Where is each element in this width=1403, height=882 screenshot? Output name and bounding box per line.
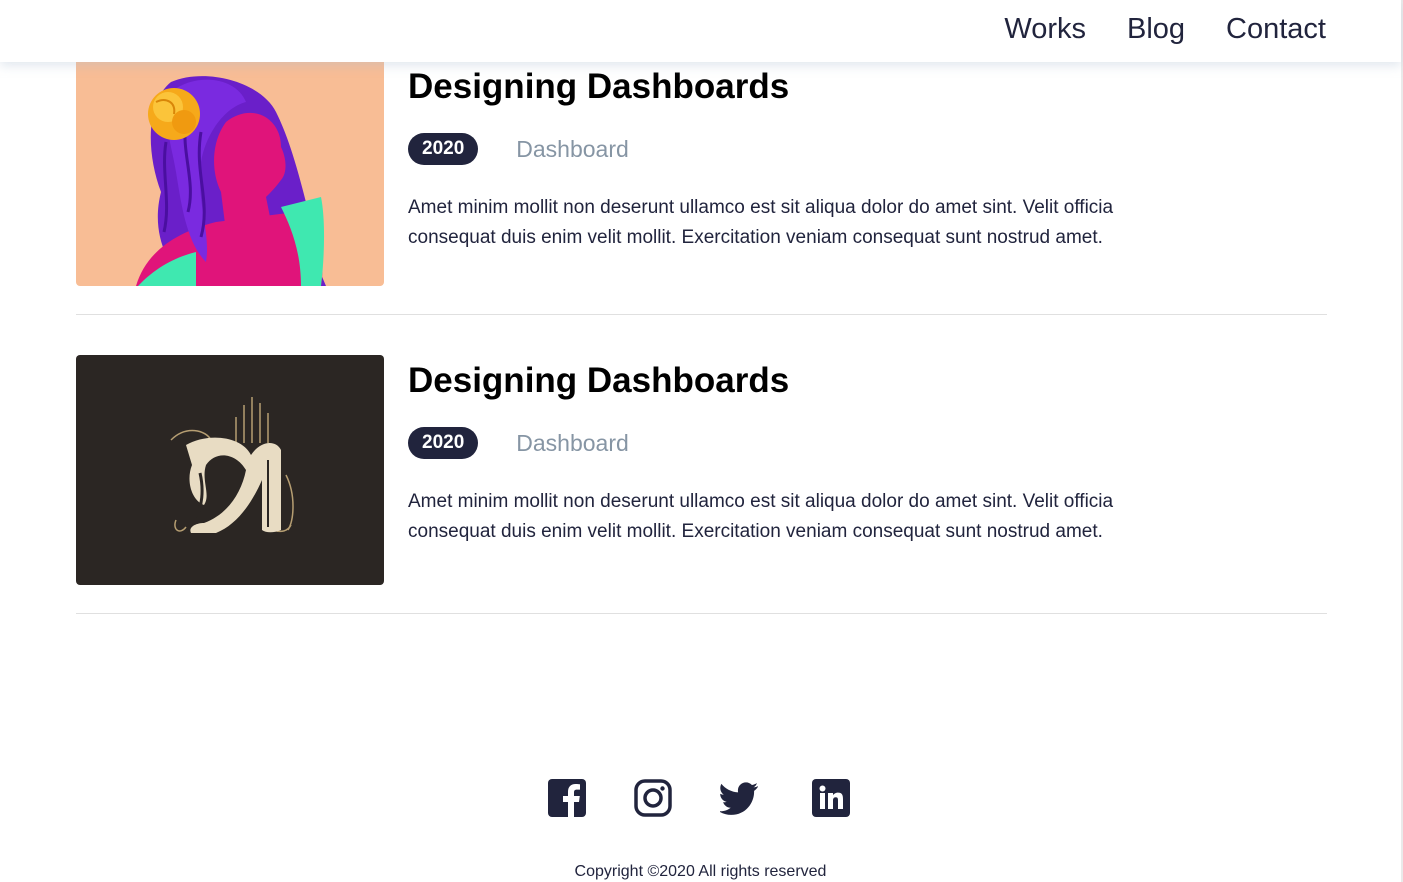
divider <box>76 613 1327 614</box>
post-year-badge: 2020 <box>408 427 479 459</box>
post-content: Designing Dashboards 2020 Dashboard Amet… <box>408 66 1208 253</box>
site-header: Works Blog Contact <box>0 0 1401 62</box>
post-content: Designing Dashboards 2020 Dashboard Amet… <box>408 360 1208 547</box>
post-thumbnail-monogram[interactable] <box>76 355 384 585</box>
post-title[interactable]: Designing Dashboards <box>408 360 1208 402</box>
page: Works Blog Contact Designing Dashboards … <box>0 0 1403 882</box>
post-item: Designing Dashboards 2020 Dashboard Amet… <box>76 62 1327 315</box>
instagram-link[interactable] <box>634 779 672 817</box>
instagram-icon <box>634 779 672 817</box>
woman-illustration-image <box>76 62 384 286</box>
twitter-link[interactable] <box>720 779 758 817</box>
post-meta: 2020 Dashboard <box>408 427 1208 459</box>
copyright-text: Copyright ©2020 All rights reserved <box>574 863 827 880</box>
nav-contact-link[interactable]: Contact <box>1226 12 1326 46</box>
twitter-icon <box>720 782 758 815</box>
post-excerpt: Amet minim mollit non deserunt ullamco e… <box>408 491 1114 542</box>
nav-works-link[interactable]: Works <box>1004 12 1086 46</box>
facebook-icon <box>548 779 586 817</box>
social-links <box>548 779 850 817</box>
main-nav: Works Blog Contact <box>1004 12 1326 46</box>
post-title[interactable]: Designing Dashboards <box>408 66 1208 108</box>
monogram-letter-image <box>76 355 384 585</box>
nav-blog-link[interactable]: Blog <box>1127 12 1185 46</box>
post-excerpt: Amet minim mollit non deserunt ullamco e… <box>408 197 1114 248</box>
post-category: Dashboard <box>516 136 629 162</box>
post-year-badge: 2020 <box>408 133 479 165</box>
linkedin-icon <box>812 779 850 817</box>
linkedin-link[interactable] <box>812 779 850 817</box>
post-item: Designing Dashboards 2020 Dashboard Amet… <box>76 315 1327 614</box>
post-category: Dashboard <box>516 430 629 456</box>
facebook-link[interactable] <box>548 779 586 817</box>
post-meta: 2020 Dashboard <box>408 133 1208 165</box>
post-thumbnail-illustration[interactable] <box>76 62 384 286</box>
